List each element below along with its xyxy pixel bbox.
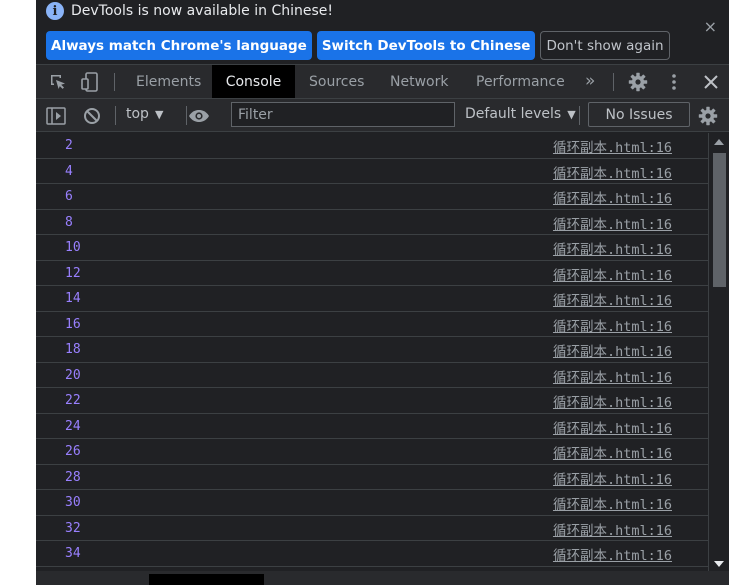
console-log-row: 24 循环副本.html:16 bbox=[36, 414, 708, 439]
log-value: 10 bbox=[65, 240, 81, 255]
infobar-message: DevTools is now available in Chinese! bbox=[71, 3, 333, 19]
console-log-row: 6 循环副本.html:16 bbox=[36, 184, 708, 210]
source-link[interactable]: 循环副本.html:16 bbox=[553, 264, 672, 284]
log-value: 12 bbox=[65, 265, 81, 281]
drawer-tab[interactable] bbox=[149, 574, 264, 585]
kebab-menu-icon[interactable] bbox=[663, 71, 685, 93]
devtools-panel: i DevTools is now available in Chinese! … bbox=[36, 0, 729, 585]
tab-network[interactable]: Network bbox=[390, 65, 448, 98]
tab-performance[interactable]: Performance bbox=[476, 65, 565, 98]
source-link[interactable]: 循环副本.html:16 bbox=[553, 238, 672, 258]
log-levels-dropdown[interactable]: Default levels ▼ bbox=[465, 106, 576, 122]
context-selector[interactable]: top ▼ bbox=[126, 106, 163, 122]
console-log-row: 18 循环副本.html:16 bbox=[36, 337, 708, 363]
source-link[interactable]: 循环副本.html:16 bbox=[553, 468, 672, 488]
source-link[interactable]: 循环副本.html:16 bbox=[553, 366, 672, 386]
scrollbar-thumb[interactable] bbox=[713, 153, 726, 287]
log-value: 32 bbox=[65, 520, 81, 536]
drawer-tab-strip bbox=[36, 571, 729, 585]
tab-sources[interactable]: Sources bbox=[309, 65, 364, 98]
close-devtools-icon[interactable] bbox=[700, 71, 722, 93]
toolbar-separator bbox=[579, 106, 580, 125]
inspect-element-icon[interactable] bbox=[47, 71, 69, 93]
console-log-row: 10 循环副本.html:16 bbox=[36, 235, 708, 261]
log-value: 34 bbox=[65, 546, 81, 561]
infobar-message-row: i DevTools is now available in Chinese! bbox=[46, 2, 333, 20]
console-log-row: 14 循环副本.html:16 bbox=[36, 286, 708, 312]
issues-button[interactable]: No Issues bbox=[588, 102, 690, 127]
console-log-row: 12 循环副本.html:16 bbox=[36, 261, 708, 286]
clear-console-icon[interactable] bbox=[81, 105, 103, 127]
switch-to-chinese-button[interactable]: Switch DevTools to Chinese bbox=[316, 31, 536, 60]
log-value: 20 bbox=[65, 367, 81, 383]
source-link[interactable]: 循环副本.html:16 bbox=[553, 213, 672, 233]
console-log-row: 32 循环副本.html:16 bbox=[36, 516, 708, 541]
log-value: 16 bbox=[65, 316, 81, 332]
sidebar-toggle-icon[interactable] bbox=[45, 105, 67, 127]
console-log: 2 循环副本.html:16 4 循环副本.html:16 6 循环副本.html:16 8… bbox=[36, 133, 708, 569]
console-log-row: 28 循环副本.html:16 bbox=[36, 465, 708, 490]
filter-input[interactable] bbox=[231, 102, 455, 127]
log-value: 30 bbox=[65, 495, 81, 510]
close-icon[interactable]: × bbox=[704, 17, 717, 36]
info-icon: i bbox=[46, 2, 64, 20]
toolbar-separator bbox=[186, 106, 187, 125]
source-link[interactable]: 循环副本.html:16 bbox=[553, 519, 672, 539]
more-tabs-icon[interactable]: » bbox=[585, 71, 595, 91]
source-link[interactable]: 循环副本.html:16 bbox=[553, 493, 672, 513]
tab-console[interactable]: Console bbox=[212, 65, 295, 98]
source-link[interactable]: 循环副本.html:16 bbox=[553, 162, 672, 182]
gear-icon[interactable] bbox=[627, 71, 649, 93]
source-link[interactable]: 循环副本.html:16 bbox=[553, 417, 672, 437]
log-value: 22 bbox=[65, 393, 81, 408]
source-link[interactable]: 循环副本.html:16 bbox=[553, 136, 672, 156]
console-toolbar: top ▼ Default levels ▼ No Issues bbox=[36, 99, 729, 132]
context-label: top bbox=[126, 106, 149, 122]
console-log-row: 20 循环副本.html:16 bbox=[36, 363, 708, 388]
scroll-down-icon[interactable] bbox=[714, 561, 724, 567]
scroll-up-icon[interactable] bbox=[714, 139, 724, 145]
main-tab-bar: Elements Console Sources Network Perform… bbox=[36, 64, 729, 99]
console-settings-gear-icon[interactable] bbox=[697, 105, 719, 127]
log-value: 18 bbox=[65, 342, 81, 357]
device-toolbar-icon[interactable] bbox=[79, 71, 101, 93]
toolbar-separator bbox=[114, 73, 115, 91]
console-log-row: 26 循环副本.html:16 bbox=[36, 439, 708, 465]
toolbar-separator bbox=[115, 106, 116, 125]
scrollbar[interactable] bbox=[708, 133, 729, 571]
log-value: 2 bbox=[65, 138, 73, 153]
console-log-row: 8 循环副本.html:16 bbox=[36, 210, 708, 235]
log-value: 14 bbox=[65, 291, 81, 306]
log-value: 28 bbox=[65, 469, 81, 485]
always-match-language-button[interactable]: Always match Chrome's language bbox=[46, 31, 312, 60]
log-levels-label: Default levels bbox=[465, 106, 562, 122]
console-log-row: 2 循环副本.html:16 bbox=[36, 133, 708, 159]
infobar-buttons: Always match Chrome's language Switch De… bbox=[46, 31, 670, 60]
log-value: 24 bbox=[65, 418, 81, 434]
source-link[interactable]: 循环副本.html:16 bbox=[553, 544, 672, 564]
console-log-row: 22 循环副本.html:16 bbox=[36, 388, 708, 414]
language-infobar: i DevTools is now available in Chinese! … bbox=[36, 0, 729, 64]
chevron-down-icon: ▼ bbox=[154, 107, 164, 121]
console-log-row: 34 循环副本.html:16 bbox=[36, 541, 708, 567]
console-log-row: 4 循环副本.html:16 bbox=[36, 159, 708, 184]
source-link[interactable]: 循环副本.html:16 bbox=[553, 315, 672, 335]
console-log-row: 30 循环副本.html:16 bbox=[36, 490, 708, 516]
source-link[interactable]: 循环副本.html:16 bbox=[553, 391, 672, 411]
toolbar-separator bbox=[613, 73, 614, 91]
source-link[interactable]: 循环副本.html:16 bbox=[553, 289, 672, 309]
eye-icon[interactable] bbox=[188, 105, 210, 127]
log-value: 8 bbox=[65, 214, 73, 230]
log-value: 26 bbox=[65, 444, 81, 459]
source-link[interactable]: 循环副本.html:16 bbox=[553, 442, 672, 462]
source-link[interactable]: 循环副本.html:16 bbox=[553, 187, 672, 207]
console-log-row: 16 循环副本.html:16 bbox=[36, 312, 708, 337]
chevron-down-icon: ▼ bbox=[567, 107, 576, 121]
dont-show-again-button[interactable]: Don't show again bbox=[540, 31, 670, 60]
tab-elements[interactable]: Elements bbox=[136, 65, 201, 98]
log-value: 6 bbox=[65, 189, 73, 204]
source-link[interactable]: 循环副本.html:16 bbox=[553, 340, 672, 360]
log-value: 4 bbox=[65, 163, 73, 179]
